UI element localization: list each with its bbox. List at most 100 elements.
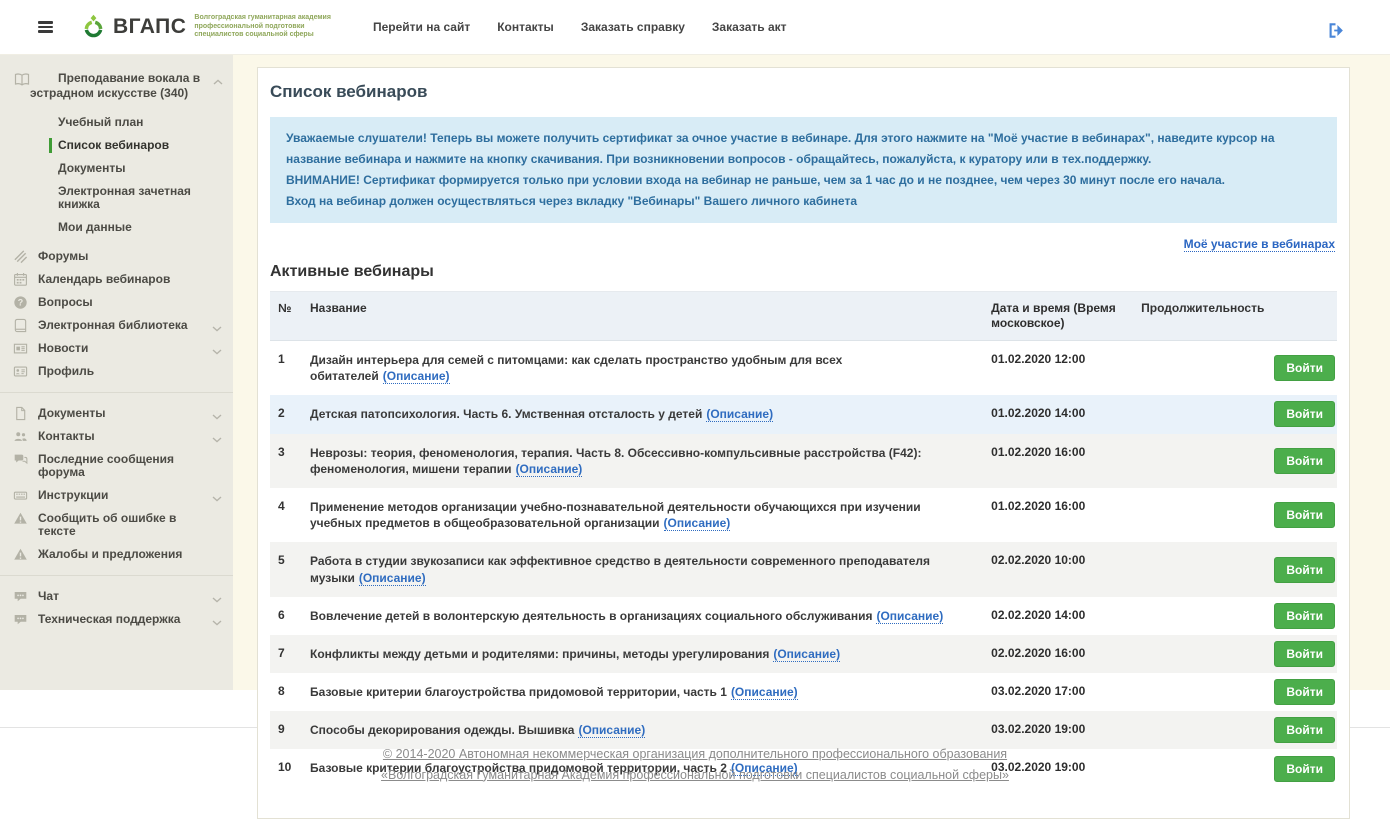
my-participation-link[interactable]: Моё участие в вебинарах [1184,237,1335,252]
chevron-down-icon [212,322,222,335]
sidebar-item[interactable]: Документы [0,402,233,425]
webinar-action-cell: Войти [1272,749,1337,787]
table-row: 2Детская патопсихология. Часть 6. Умстве… [270,395,1337,433]
sidebar-item[interactable]: Чат [0,585,233,608]
sidebar-item-label: Новости [38,341,88,355]
table-row: 4Применение методов организации учебно-п… [270,488,1337,542]
webinar-datetime: 02.02.2020 10:00 [983,542,1133,596]
sidebar-item[interactable]: Сообщить об ошибке в тексте [0,507,233,543]
webinar-duration [1133,341,1272,396]
webinar-duration [1133,635,1272,673]
sidebar-course-item[interactable]: Преподавание вокала в эстрадном искусств… [0,65,233,107]
sidebar-item[interactable]: Форумы [0,245,233,268]
webinar-title-cell: Базовые критерии благоустройства придомо… [302,673,983,711]
sidebar-subitem[interactable]: Документы [0,157,233,180]
header-nav: Перейти на сайт Контакты Заказать справку З… [373,20,787,34]
webinar-duration [1133,395,1272,433]
top-header: ВГАПС Волгоградская гуманитарная академи… [0,0,1390,55]
enter-webinar-button[interactable]: Войти [1274,448,1335,474]
nav-link[interactable]: Перейти на сайт [373,20,470,34]
chevron-up-icon [213,74,223,89]
profile-icon [13,364,28,379]
warning-icon [13,547,28,562]
webinar-title: Применение методов организации учебно-по… [310,500,921,530]
menu-icon[interactable] [38,19,53,35]
page-title: Список вебинаров [270,82,1337,102]
enter-webinar-button[interactable]: Войти [1274,717,1335,743]
description-link[interactable]: (Описание) [383,369,450,384]
webinar-datetime: 03.02.2020 17:00 [983,673,1133,711]
active-webinars-title: Активные вебинары [270,263,1337,281]
webinar-datetime: 01.02.2020 14:00 [983,395,1133,433]
description-link[interactable]: (Описание) [876,609,943,624]
description-link[interactable]: (Описание) [516,462,583,477]
webinar-datetime: 01.02.2020 16:00 [983,434,1133,488]
webinar-title-cell: Дизайн интерьера для семей с питомцами: … [302,341,983,396]
webinar-action-cell: Войти [1272,395,1337,433]
sidebar-item-label: Последние сообщения форума [38,452,174,479]
sidebar-item[interactable]: Вопросы [0,291,233,314]
row-number: 7 [270,635,302,673]
chevron-down-icon [212,593,222,606]
webinar-duration [1133,434,1272,488]
content-card: Список вебинаров Уважаемые слушатели! Те… [257,67,1350,819]
sidebar-divider [0,575,233,576]
enter-webinar-button[interactable]: Войти [1274,679,1335,705]
sidebar: Преподавание вокала в эстрадном искусств… [0,55,233,690]
enter-webinar-button[interactable]: Войти [1274,603,1335,629]
sidebar-item[interactable]: Последние сообщения форума [0,448,233,484]
sidebar-item-label: Электронная библиотека [38,318,188,332]
sidebar-subitem[interactable]: Учебный план [0,111,233,134]
sidebar-item[interactable]: Жалобы и предложения [0,543,233,566]
sidebar-item[interactable]: Электронная библиотека [0,314,233,337]
row-number: 8 [270,673,302,711]
sidebar-item[interactable]: Контакты [0,425,233,448]
book-icon [14,72,30,88]
enter-webinar-button[interactable]: Войти [1274,557,1335,583]
sidebar-item[interactable]: Календарь вебинаров [0,268,233,291]
description-link[interactable]: (Описание) [664,516,731,531]
nav-link[interactable]: Контакты [497,20,554,34]
footer-link[interactable]: «Волгоградская Гуманитарная Академия про… [381,765,1009,786]
sidebar-item[interactable]: Техническая поддержка [0,608,233,631]
participation-link-row: Моё участие в вебинарах [272,235,1335,253]
webinar-datetime: 02.02.2020 16:00 [983,635,1133,673]
sidebar-item-label: Профиль [38,364,94,378]
description-link[interactable]: (Описание) [578,723,645,738]
description-link[interactable]: (Описание) [731,685,798,700]
brand-logo[interactable]: ВГАПС Волгоградская гуманитарная академи… [81,14,331,41]
description-link[interactable]: (Описание) [706,407,773,422]
enter-webinar-button[interactable]: Войти [1274,641,1335,667]
enter-webinar-button[interactable]: Войти [1274,502,1335,528]
webinar-action-cell: Войти [1272,434,1337,488]
sidebar-item-label: Жалобы и предложения [38,547,182,561]
enter-webinar-button[interactable]: Войти [1274,401,1335,427]
webinar-title: Конфликты между детьми и родителями: при… [310,647,769,661]
row-number: 10 [270,749,302,787]
description-link[interactable]: (Описание) [359,571,426,586]
sidebar-subitem[interactable]: Электронная зачетная книжка [0,180,233,216]
table-row: 5Работа в студии звукозаписи как эффекти… [270,542,1337,596]
description-link[interactable]: (Описание) [773,647,840,662]
nav-link[interactable]: Заказать акт [712,20,787,34]
footer-link[interactable]: © 2014-2020 Автономная некоммерческая ор… [383,744,1007,765]
webinar-action-cell: Войти [1272,673,1337,711]
notice-line: Вход на вебинар должен осуществляться че… [286,191,1321,212]
nav-link[interactable]: Заказать справку [581,20,685,34]
document-icon [13,406,28,421]
sidebar-item[interactable]: Профиль [0,360,233,383]
sidebar-subitem[interactable]: Список вебинаров [0,134,233,157]
table-header-row: № Название Дата и время (Время московско… [270,292,1337,341]
row-number: 3 [270,434,302,488]
enter-webinar-button[interactable]: Войти [1274,756,1335,782]
sidebar-item-label: Чат [38,589,59,603]
webinar-datetime: 01.02.2020 16:00 [983,488,1133,542]
chat-icon [13,589,28,604]
sidebar-subitem[interactable]: Мои данные [0,216,233,239]
instructions-icon [13,488,28,503]
calendar-icon [13,272,28,287]
logout-icon[interactable] [1327,22,1344,44]
sidebar-item[interactable]: Инструкции [0,484,233,507]
sidebar-item[interactable]: Новости [0,337,233,360]
enter-webinar-button[interactable]: Войти [1274,355,1335,381]
